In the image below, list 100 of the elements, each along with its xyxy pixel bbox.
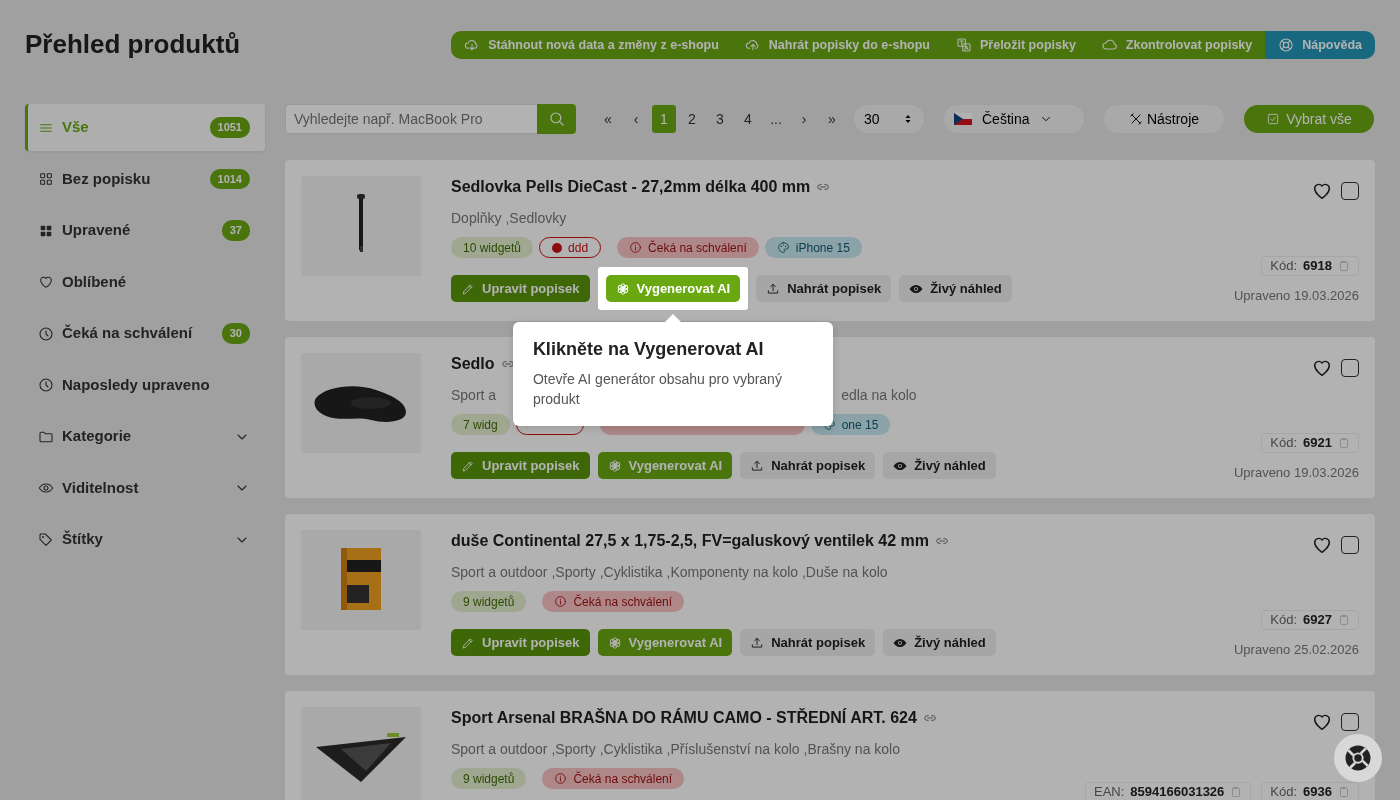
heart-icon bbox=[38, 274, 54, 290]
status-tag: Čeká na schválení bbox=[617, 237, 759, 258]
product-code: Kód: 6921 bbox=[1261, 432, 1359, 453]
preview-button[interactable]: Živý náhled bbox=[883, 452, 996, 479]
count-badge: 1051 bbox=[209, 117, 250, 138]
popover-text: Otevře AI generátor obsahu pro vybraný produkt bbox=[532, 369, 783, 409]
language-select[interactable]: Čeština bbox=[944, 105, 1084, 133]
upload-button[interactable]: Nahrát popisek bbox=[740, 629, 876, 656]
sidebar-item[interactable]: Bez popisku 1014 bbox=[25, 155, 265, 203]
lifebuoy-icon bbox=[1278, 37, 1295, 53]
category-path: edla na kolo bbox=[841, 386, 917, 403]
page-button[interactable]: ... bbox=[764, 105, 788, 133]
category-path: Sport a bbox=[451, 386, 497, 403]
clipboard-icon bbox=[1338, 786, 1350, 798]
upload-icon bbox=[750, 458, 765, 473]
count-badge: 30 bbox=[221, 323, 250, 344]
clock-icon bbox=[38, 325, 54, 342]
swirl-icon bbox=[607, 458, 622, 473]
product-code: Kód: 6918 bbox=[1261, 255, 1359, 276]
checkbox[interactable] bbox=[1341, 182, 1359, 200]
pencil-icon bbox=[461, 458, 475, 473]
pencil-icon bbox=[461, 635, 475, 650]
product-title: duše Continental 27,5 x 1,75-2,5, FV=galuskový ventilek 42 mm bbox=[451, 531, 929, 551]
widget-count-tag: 9 widgetů bbox=[451, 768, 527, 789]
info-icon bbox=[629, 241, 643, 254]
preview-button[interactable]: Živý náhled bbox=[899, 275, 1012, 302]
tools-icon bbox=[1128, 112, 1143, 126]
tools-button[interactable]: Nástroje bbox=[1104, 105, 1224, 133]
clock-icon bbox=[38, 377, 54, 393]
sidebar-item[interactable]: Štítky bbox=[25, 516, 265, 563]
preview-button[interactable]: Živý náhled bbox=[883, 629, 996, 656]
search-field[interactable]: Vyhledejte např. MacBook Pro bbox=[285, 104, 537, 134]
sidebar-item[interactable]: Oblíbené bbox=[25, 258, 265, 306]
category-path: Sport a outdoor ,Sporty ,Cyklistika ,Komponenty na kolo ,Duše na kolo bbox=[451, 563, 888, 580]
page-title: Přehled produktů bbox=[25, 29, 241, 61]
count-badge: 37 bbox=[221, 220, 250, 241]
page-button[interactable]: » bbox=[820, 105, 844, 133]
swirl-icon bbox=[615, 281, 630, 296]
widget-count-tag: 10 widgetů bbox=[451, 237, 534, 258]
cloud-download-icon bbox=[464, 37, 481, 53]
device-tag: iPhone 15 bbox=[764, 237, 862, 258]
upload-button[interactable]: Nahrát popisek bbox=[756, 275, 892, 302]
page-button[interactable]: › bbox=[792, 105, 816, 133]
widget-count-tag: 9 widgetů bbox=[451, 591, 527, 612]
clipboard-icon bbox=[1230, 786, 1243, 798]
status-tag: Čeká na schválení bbox=[542, 591, 685, 612]
status-dot bbox=[552, 242, 563, 253]
checkbox[interactable] bbox=[1341, 359, 1359, 377]
category-path: Sport a outdoor ,Sporty ,Cyklistika ,Příslušenství na kolo ,Brašny na kolo bbox=[451, 740, 900, 757]
widget-count-tag: 7 widg bbox=[451, 414, 510, 435]
page-button[interactable]: 3 bbox=[708, 105, 732, 133]
product-code: EAN: 8594166031326 bbox=[1085, 782, 1252, 800]
swirl-icon bbox=[607, 635, 622, 650]
updated-date: Upraveno 19.03.2026 bbox=[1233, 463, 1359, 482]
palette-icon bbox=[776, 241, 790, 254]
label-tag: ddd bbox=[539, 237, 602, 258]
page-button[interactable]: « bbox=[596, 105, 620, 133]
product-title: Sport Arsenal BRAŠNA DO RÁMU CAMO - STŘEDNÍ ART. 624 bbox=[451, 707, 917, 728]
sidebar-item[interactable]: Viditelnost bbox=[25, 464, 265, 512]
status-tag: Čeká na schválení bbox=[542, 768, 685, 789]
category-path: Doplňky ,Sedlovky bbox=[451, 209, 567, 226]
product-title: Sedlovka Pells DieCast - 27,2mm délka 400 mm bbox=[451, 177, 811, 197]
tag-icon bbox=[38, 531, 54, 548]
checkbox[interactable] bbox=[1341, 536, 1359, 554]
info-icon bbox=[554, 595, 568, 608]
czech-flag-icon bbox=[954, 113, 972, 125]
edit-button[interactable]: Upravit popisek bbox=[451, 629, 590, 656]
search-icon bbox=[547, 110, 566, 128]
lifebuoy-icon bbox=[1343, 743, 1373, 773]
upload-icon bbox=[766, 281, 781, 296]
updated-date: Upraveno 19.03.2026 bbox=[1233, 286, 1359, 305]
updated-date: Upraveno 25.02.2026 bbox=[1233, 640, 1359, 659]
sidebar-item[interactable]: Čeká na schválení 30 bbox=[25, 310, 265, 357]
clipboard-icon bbox=[1338, 436, 1350, 449]
sidebar-item[interactable]: Naposledy upraveno bbox=[25, 361, 265, 409]
count-badge: 1014 bbox=[209, 168, 250, 190]
upload-icon bbox=[750, 635, 765, 650]
page-button[interactable]: 2 bbox=[680, 105, 704, 133]
cloud-icon bbox=[1101, 37, 1118, 53]
popover-title: Klikněte na Vygenerovat AI bbox=[532, 339, 765, 361]
info-icon bbox=[554, 772, 568, 785]
page-button[interactable]: ‹ bbox=[624, 105, 648, 133]
per-page-select[interactable]: 30 bbox=[854, 105, 924, 133]
sidebar-item[interactable]: Kategorie bbox=[25, 413, 265, 460]
sidebar-item[interactable]: Upravené 37 bbox=[25, 207, 265, 254]
clipboard-icon bbox=[1338, 259, 1350, 272]
upload-button[interactable]: Nahrát popisek bbox=[740, 452, 876, 479]
checkbox-icon bbox=[1266, 112, 1281, 126]
clipboard-icon bbox=[1338, 613, 1350, 626]
cloud-upload-icon bbox=[744, 37, 761, 53]
product-code: Kód: 6936 bbox=[1261, 782, 1359, 800]
edit-button[interactable]: Upravit popisek bbox=[451, 275, 590, 302]
pencil-icon bbox=[461, 281, 475, 296]
product-title: Sedlo bbox=[451, 354, 495, 374]
eye-icon bbox=[38, 480, 54, 496]
translate-icon bbox=[956, 37, 972, 53]
grid-icon bbox=[38, 171, 54, 187]
edit-button[interactable]: Upravit popisek bbox=[451, 452, 590, 479]
page-button[interactable]: 4 bbox=[736, 105, 760, 133]
checkbox[interactable] bbox=[1341, 713, 1359, 731]
